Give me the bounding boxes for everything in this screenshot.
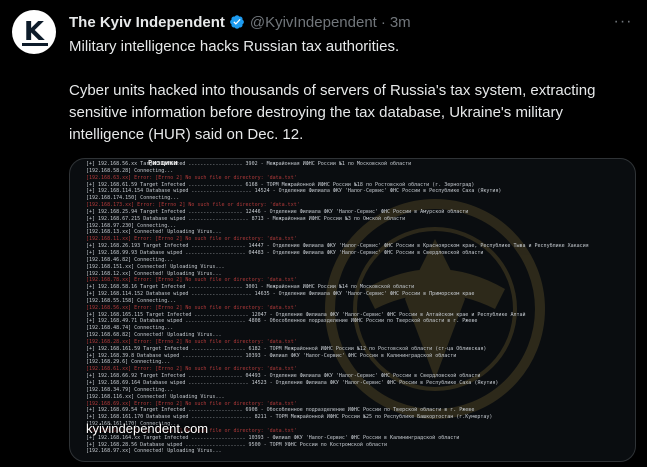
terminal-line: [192.168.58.28] Connecting... [86,167,174,174]
terminal-line: [+] 192.168.28.56 Database wiped .......… [86,441,388,448]
watermark-url: kyivindependent.com [86,421,209,436]
tweet-headline: Military intelligence hacks Russian tax … [69,38,400,55]
terminal-line: [192.168.78.xx] Error: [Errno 2] No such… [86,277,297,284]
terminal-line: [192.168.97.230] Connecting... [86,222,177,229]
timestamp[interactable]: 3m [390,14,411,31]
terminal-line: [192.168.11.xx] Error: [Errno 2] No such… [86,236,297,243]
tweet-text: Military intelligence hacks Russian tax … [69,36,634,146]
verified-badge-icon[interactable] [228,13,246,31]
more-options-icon[interactable]: ··· [613,12,633,32]
terminal-output: [+] 192.168.56.xx Target Infected ......… [70,159,635,461]
terminal-line: [192.168.29.6] Connecting... [86,359,171,366]
terminal-line: [192.168.46.82] Connecting... [86,256,174,263]
terminal-line: [192.168.55.158] Connecting... [86,297,177,304]
avatar[interactable]: K [12,10,56,54]
terminal-line: [192.168.174.150] Connecting... [86,195,180,202]
tweet[interactable]: K The Kyiv Independent @KyivIndependent … [0,0,647,467]
terminal-line: [+] 192.168.66.92 Target Infected ......… [86,373,481,380]
terminal-line: [192.168.61.xx] Error: [Errno 2] No such… [86,366,297,373]
terminal-line: [192.168.97.xx] Connected! Uploading Vir… [86,448,222,455]
tweet-paragraph: Cyber units hacked into thousands of ser… [69,82,596,143]
terminal-line: [+] 192.168.99.93 Database wiped .......… [86,249,484,256]
terminal-line: [+] 192.168.165.115 Target Infected ....… [86,311,526,318]
separator-dot: · [380,13,386,31]
terminal-line: [+] 192.168.26.193 Target Infected .....… [86,243,589,250]
terminal-line: [+] 192.168.114.154 Database wiped .....… [86,188,502,195]
terminal-line: [192.168.48.74] Connecting... [86,325,174,332]
terminal-line: [192.168.151.xx] Connected! Uploading Vi… [86,263,225,270]
terminal-line: [+] 192.168.58.16 Target Infected ......… [86,284,415,291]
terminal-line: [+] 192.168.49.71 Database wiped .......… [86,318,478,325]
terminal-line: [192.168.12.xx] Connected! Uploading Vir… [86,270,222,277]
terminal-line: [+] 192.168.161.59 Target Infected .....… [86,345,487,352]
terminal-line: [192.168.56.xx] Error: [Errno 2] No such… [86,304,297,311]
terminal-line: [+] 192.168.114.152 Database wiped .....… [86,291,475,298]
terminal-line: [+] 192.168.61.59 Target Infected ......… [86,181,475,188]
terminal-line: [+] 192.168.39.8 Database wiped ........… [86,352,457,359]
terminal-line: [+] 192.168.25.94 Target Infected ......… [86,208,469,215]
terminal-line: [192.168.173.xx] Error: [Errno 2] No suc… [86,202,300,209]
terminal-line: [192.168.116.xx] Connected! Uploading Vi… [86,393,225,400]
tweet-media-image[interactable]: [+] 192.168.56.xx Target Infected ......… [69,158,636,462]
terminal-line: [+] 192.168.69.164 Database wiped ......… [86,380,499,386]
terminal-line: [192.168.28.xx] Error: [Errno 2] No such… [86,338,297,345]
tweet-header: The Kyiv Independent @KyivIndependent · … [69,12,633,32]
avatar-logo: K [21,17,49,47]
terminal-line: [192.168.69.xx] Error: [Errno 2] No such… [86,400,297,407]
terminal-line: [192.168.68.82] Connected! Uploading Vir… [86,332,222,339]
terminal-line: [192.168.63.xx] Error: [Errno 2] No such… [86,174,297,181]
terminal-line: [192.168.34.79] Connecting... [86,386,174,393]
overlay-label: Ризщики [148,159,178,167]
display-name[interactable]: The Kyiv Independent [69,14,225,31]
terminal-line: [192.168.13.xx] Connected! Uploading Vir… [86,229,222,236]
user-handle[interactable]: @KyivIndependent [250,14,377,31]
terminal-line: [+] 192.168.67.215 Database wiped ......… [86,215,406,222]
terminal-line: [+] 192.168.69.54 Target Infected ......… [86,407,475,414]
